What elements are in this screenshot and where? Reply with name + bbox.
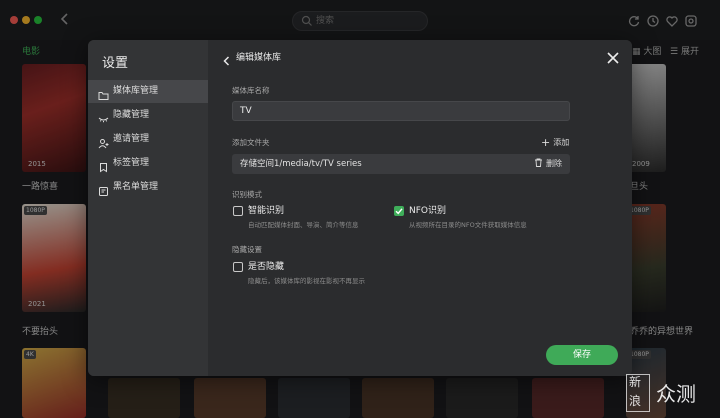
user-add-icon	[98, 134, 109, 149]
folder-row: 存储空间1/media/tv/TV series 删除	[232, 154, 570, 174]
nfo-recognition-label: NFO识别	[409, 206, 446, 216]
hide-library-label: 是否隐藏	[248, 262, 285, 272]
smart-recognition-desc: 自动匹配媒体封面、导演、简介等信息	[248, 221, 359, 229]
settings-sidebar: 设置 媒体库管理 隐藏管理 邀请管理 标签管理 黑名单管理	[88, 40, 208, 376]
plus-icon: +	[541, 136, 551, 149]
folder-path: 存储空间1/media/tv/TV series	[240, 159, 362, 169]
add-folder-label: 添加文件夹	[232, 138, 270, 147]
back-chevron-icon[interactable]	[222, 52, 232, 66]
page-title: 编辑媒体库	[236, 53, 282, 63]
close-icon[interactable]	[606, 50, 620, 64]
sidebar-item-library[interactable]: 媒体库管理	[88, 80, 208, 103]
recognition-mode-label: 识别模式	[232, 190, 262, 199]
eye-hidden-icon	[98, 110, 109, 123]
smart-recognition-checkbox[interactable]	[233, 206, 243, 216]
delete-folder-button[interactable]: 删除	[534, 158, 562, 170]
app-window: 搜索 电影 ▦ 大图 ☰ 展开 2015 一路惊喜 1080P 2021 不要抬…	[0, 0, 720, 418]
hide-library-checkbox[interactable]	[233, 262, 243, 272]
sidebar-item-hidden[interactable]: 隐藏管理	[88, 104, 208, 127]
nfo-recognition-checkbox[interactable]	[394, 206, 404, 216]
check-icon	[395, 208, 403, 215]
modal-title: 设置	[102, 56, 129, 71]
library-name-input[interactable]: TV	[232, 101, 570, 121]
settings-modal: 设置 媒体库管理 隐藏管理 邀请管理 标签管理 黑名单管理 编辑媒体库 媒体库名…	[88, 40, 632, 376]
hide-settings-label: 隐藏设置	[232, 245, 262, 254]
bookmark-icon	[98, 158, 109, 173]
settings-main: 编辑媒体库 媒体库名称 TV 添加文件夹 + 添加 存储空间1/media/tv/…	[208, 40, 632, 376]
folder-icon	[98, 86, 109, 100]
sidebar-item-blacklist[interactable]: 黑名单管理	[88, 176, 208, 199]
add-folder-button[interactable]: + 添加	[541, 137, 569, 149]
watermark-logo: 新 浪 众测	[626, 372, 716, 416]
trash-icon	[535, 158, 542, 167]
library-name-label: 媒体库名称	[232, 86, 270, 95]
blocklist-icon	[98, 182, 109, 196]
smart-recognition-label: 智能识别	[248, 206, 285, 216]
sidebar-item-tags[interactable]: 标签管理	[88, 152, 208, 175]
nfo-recognition-desc: 从视频所在目录的NFO文件获取媒体信息	[409, 221, 527, 229]
hide-library-desc: 隐藏后，该媒体库的影视在影视不再显示	[248, 277, 365, 285]
save-button[interactable]: 保存	[546, 345, 618, 365]
sidebar-item-invite[interactable]: 邀请管理	[88, 128, 208, 151]
